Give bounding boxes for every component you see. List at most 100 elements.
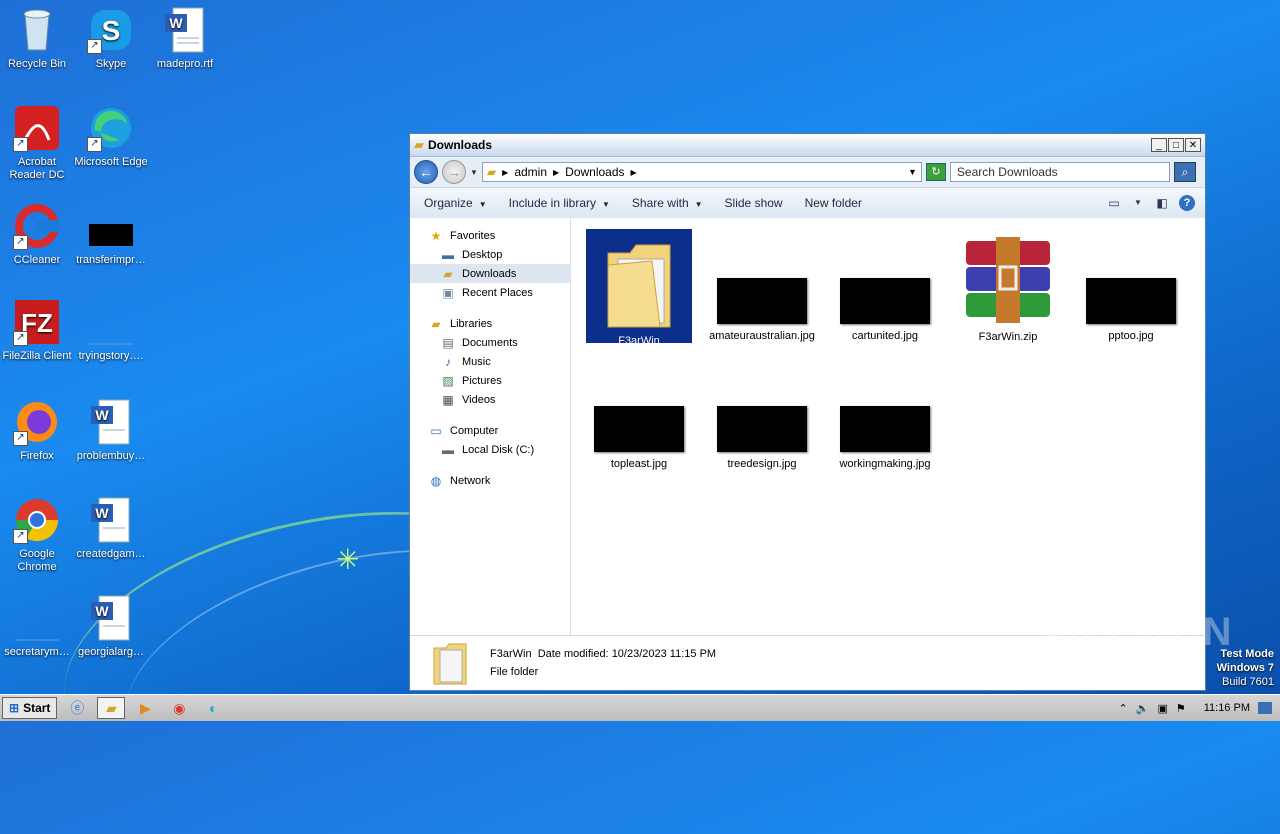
breadcrumb-admin[interactable]: admin	[514, 165, 547, 179]
file-item-workingmaking[interactable]: workingmaking.jpg	[832, 406, 938, 471]
desktop-icon-madepro[interactable]: W madepro.rtf	[148, 6, 222, 71]
desktop-icon-edge[interactable]: ↗ Microsoft Edge	[74, 104, 148, 169]
nav-downloads[interactable]: ▰ Downloads	[410, 264, 570, 283]
network-status-icon[interactable]: ▣	[1157, 702, 1167, 715]
desktop-icon-ccleaner[interactable]: ↗ CCleaner	[0, 202, 74, 267]
desktop-icon-label: tryingstory….	[78, 350, 144, 362]
file-item-cartunited[interactable]: cartunited.jpg	[832, 278, 938, 343]
organize-label: Organize	[424, 196, 473, 210]
file-thumbnail-icon	[87, 298, 135, 346]
search-icon[interactable]: ⌕	[1173, 162, 1196, 182]
desktop-icon-secretarym[interactable]: secretarym…	[0, 594, 74, 659]
organize-button[interactable]: Organize ▼	[424, 196, 487, 210]
file-item-f3arwin-zip[interactable]: F3arWin.zip	[955, 229, 1061, 344]
desktop-icon-label: transferimpr…	[76, 254, 146, 266]
refresh-button[interactable]: ↻	[925, 163, 946, 181]
forward-button[interactable]: →	[442, 160, 466, 184]
desktop-icon-firefox[interactable]: ↗ Firefox	[0, 398, 74, 463]
shortcut-arrow-icon: ↗	[13, 529, 28, 544]
word-document-icon: W	[87, 594, 135, 642]
nav-computer[interactable]: ▭ Computer	[410, 421, 570, 440]
desktop-icon-label: georgialarg…	[77, 646, 145, 658]
word-document-icon: W	[161, 6, 209, 54]
volume-icon[interactable]: 🔈	[1136, 702, 1150, 715]
breadcrumb-separator-icon[interactable]: ▶	[553, 168, 559, 177]
star-icon: ★	[430, 228, 442, 243]
taskbar-internet-explorer[interactable]: ⓔ	[63, 697, 91, 719]
preview-pane-icon[interactable]: ◧	[1155, 196, 1169, 210]
nav-label: Downloads	[462, 267, 517, 280]
minimize-button[interactable]: _	[1151, 138, 1167, 152]
breadcrumb-separator-icon[interactable]: ▶	[502, 168, 508, 177]
breadcrumb-downloads[interactable]: Downloads	[565, 165, 624, 179]
skype-icon: S ↗	[87, 6, 135, 54]
search-input[interactable]: Search Downloads	[949, 162, 1170, 182]
share-with-button[interactable]: Share with ▼	[632, 196, 703, 210]
nav-libraries[interactable]: ▰ Libraries	[410, 314, 570, 333]
taskbar-chrome[interactable]: ◉	[165, 697, 193, 719]
title-bar[interactable]: ▰ Downloads _ □ ✕	[410, 134, 1205, 157]
file-item-amateuraustralian[interactable]: amateuraustralian.jpg	[709, 278, 815, 343]
back-button[interactable]: ←	[414, 160, 438, 184]
show-desktop-icon[interactable]	[1258, 702, 1272, 714]
nav-network[interactable]: ◍ Network	[410, 471, 570, 490]
desktop-icon-filezilla[interactable]: FZ ↗ FileZilla Client	[0, 298, 74, 363]
nav-local-disk[interactable]: ▬ Local Disk (C:)	[410, 440, 570, 459]
clock[interactable]: 11:16 PM	[1204, 702, 1250, 714]
desktop-icon-recycle-bin[interactable]: Recycle Bin	[0, 6, 74, 71]
taskbar-edge[interactable]: ◐	[199, 697, 227, 719]
nav-label: Videos	[462, 393, 496, 406]
nav-documents[interactable]: ▤ Documents	[410, 333, 570, 352]
windows-version-text: Windows 7	[1216, 662, 1274, 674]
taskbar-media-player[interactable]: ▶	[131, 697, 159, 719]
desktop-icon-transferimpr[interactable]: transferimpr…	[74, 202, 148, 267]
desktop-icon-label: Firefox	[20, 450, 54, 462]
image-thumbnail	[717, 406, 807, 452]
start-button[interactable]: ⊞ Start	[2, 697, 58, 719]
file-item-topleast[interactable]: topleast.jpg	[586, 406, 692, 471]
help-icon[interactable]: ?	[1179, 195, 1195, 211]
file-item-pptoo[interactable]: pptoo.jpg	[1078, 278, 1184, 343]
desktop-icon-acrobat[interactable]: ↗ Acrobat Reader DC	[0, 104, 74, 182]
address-box[interactable]: ▰ ▶ admin ▶ Downloads ▶ ▼	[481, 162, 922, 182]
file-name: F3arWin	[618, 335, 660, 347]
change-view-icon[interactable]: ▭	[1107, 196, 1121, 210]
taskbar-explorer[interactable]: ▰	[97, 697, 126, 719]
desktop-icon-tryingstory[interactable]: tryingstory….	[74, 298, 148, 363]
show-hidden-icons-icon[interactable]: ⌃	[1119, 702, 1128, 715]
desktop-icon-createdgam[interactable]: W createdgam…	[74, 496, 148, 561]
file-name: topleast.jpg	[610, 458, 668, 470]
nav-desktop[interactable]: ▬ Desktop	[410, 245, 570, 264]
breadcrumb-separator-icon[interactable]: ▶	[631, 168, 637, 177]
shortcut-arrow-icon: ↗	[13, 137, 28, 152]
media-player-icon: ▶	[140, 699, 151, 716]
svg-text:S: S	[102, 15, 121, 46]
desktop-icon-chrome[interactable]: ↗ Google Chrome	[0, 496, 74, 574]
file-item-f3arwin-folder[interactable]: F3arWin	[586, 229, 692, 347]
nav-recent-places[interactable]: ▣ Recent Places	[410, 283, 570, 302]
details-name: F3arWin	[490, 648, 532, 660]
slide-show-button[interactable]: Slide show	[725, 196, 783, 210]
include-in-library-button[interactable]: Include in library ▼	[509, 196, 610, 210]
desktop-icon-label: Microsoft Edge	[74, 156, 148, 168]
desktop-icon-georgialarg[interactable]: W georgialarg…	[74, 594, 148, 659]
view-options-dropdown-icon[interactable]: ▼	[1131, 196, 1145, 210]
nav-pictures[interactable]: ▨ Pictures	[410, 371, 570, 390]
shortcut-arrow-icon: ↗	[13, 431, 28, 446]
details-type: File folder	[490, 666, 539, 678]
action-center-flag-icon[interactable]: ⚑	[1176, 702, 1186, 715]
nav-favorites[interactable]: ★ Favorites	[410, 226, 570, 245]
nav-music[interactable]: ♪ Music	[410, 352, 570, 371]
new-folder-button[interactable]: New folder	[805, 196, 862, 210]
nav-videos[interactable]: ▦ Videos	[410, 390, 570, 409]
file-item-treedesign[interactable]: treedesign.jpg	[709, 406, 815, 471]
desktop-icon-problembuy[interactable]: W problembuy…	[74, 398, 148, 463]
maximize-button[interactable]: □	[1168, 138, 1184, 152]
recent-pages-dropdown-icon[interactable]: ▼	[470, 168, 478, 177]
recycle-bin-icon	[13, 6, 61, 54]
address-dropdown-icon[interactable]: ▼	[908, 167, 917, 177]
desktop-icon-skype[interactable]: S ↗ Skype	[74, 6, 148, 71]
start-label: Start	[23, 701, 51, 715]
explorer-window: ▰ Downloads _ □ ✕ ← → ▼ ▰ ▶ admin ▶ Down…	[409, 133, 1206, 691]
close-button[interactable]: ✕	[1185, 138, 1201, 152]
